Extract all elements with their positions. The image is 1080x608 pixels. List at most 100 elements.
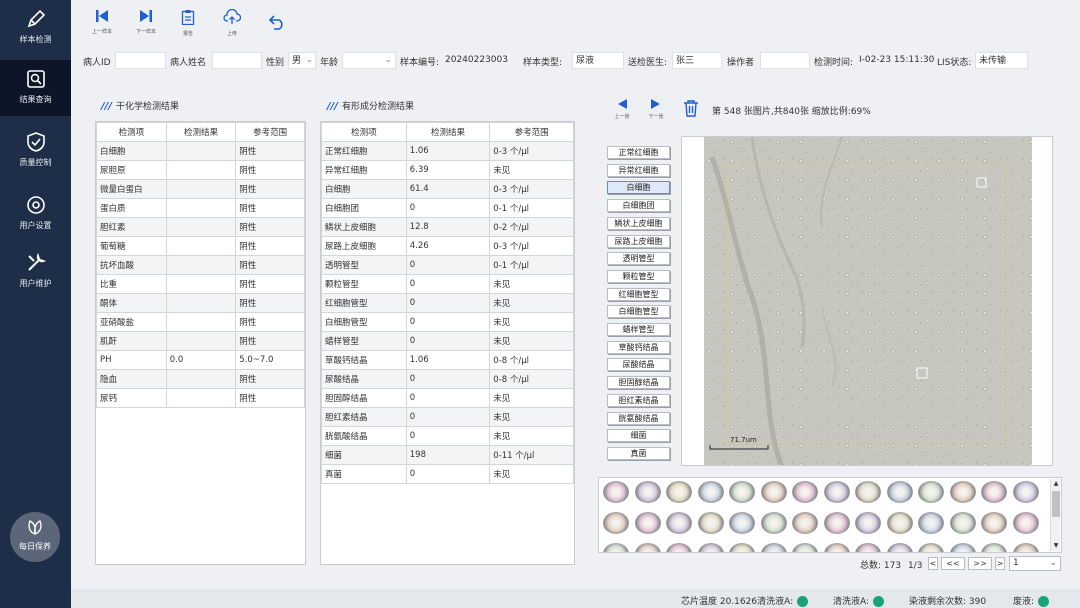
- next-page-button[interactable]: >>: [968, 557, 992, 570]
- cell-thumbnail[interactable]: [603, 512, 629, 534]
- report-button[interactable]: 报告: [171, 9, 205, 37]
- formed-row[interactable]: 红细胞管型 0 未见: [321, 293, 574, 313]
- test-time-field[interactable]: I-02-23 15:11:30: [856, 52, 934, 69]
- operator-field[interactable]: [760, 52, 810, 69]
- next-image-button[interactable]: 下一张: [645, 98, 667, 120]
- cell-thumbnail[interactable]: [666, 512, 692, 534]
- dry-chem-row[interactable]: 葡萄糖 阴性: [96, 236, 305, 256]
- thumbnail-scrollbar[interactable]: ▲ ▼: [1050, 479, 1060, 551]
- first-page-button[interactable]: <: [928, 557, 938, 570]
- nav-sample-detect[interactable]: 样本检测: [0, 0, 71, 56]
- dry-chem-row[interactable]: 肌酐 阴性: [96, 331, 305, 351]
- dry-chem-row[interactable]: 酮体 阴性: [96, 293, 305, 313]
- category-button[interactable]: 正常红细胞: [607, 146, 670, 159]
- daily-maintenance-button[interactable]: 每日保养: [10, 512, 60, 562]
- cell-thumbnail[interactable]: [823, 481, 850, 503]
- formed-row[interactable]: 白细胞团 0 0-1 个/μl: [321, 198, 574, 218]
- sample-no-field[interactable]: 20240223003: [442, 52, 518, 69]
- nav-quality-control[interactable]: 质量控制: [0, 123, 71, 179]
- cell-thumbnail[interactable]: [603, 543, 629, 552]
- dry-chem-row[interactable]: 隐血 阴性: [96, 369, 305, 389]
- formed-row[interactable]: 尿酸结晶 0 0-8 个/μl: [321, 369, 574, 389]
- delete-image-button[interactable]: [683, 99, 699, 120]
- category-button[interactable]: 胆红素结晶: [607, 393, 670, 407]
- formed-row[interactable]: 异常红细胞 6.39 未见: [321, 160, 574, 180]
- category-button[interactable]: 胱氨酸结晶: [607, 411, 670, 425]
- formed-row[interactable]: 胱氨酸结晶 0 未见: [321, 426, 574, 446]
- formed-row[interactable]: 胆固醇结晶 0 未见: [321, 388, 574, 408]
- cell-thumbnail[interactable]: [792, 512, 818, 534]
- dry-chem-row[interactable]: 尿钙 阴性: [96, 388, 305, 408]
- cell-thumbnail[interactable]: [949, 512, 976, 534]
- scroll-up-icon[interactable]: ▲: [1051, 479, 1061, 489]
- cell-thumbnail[interactable]: [981, 481, 1007, 503]
- cell-thumbnail[interactable]: [918, 512, 944, 534]
- gender-select[interactable]: 男 ⌄: [288, 52, 316, 69]
- sample-type-field[interactable]: 尿液: [572, 52, 624, 69]
- cell-thumbnail[interactable]: [760, 543, 787, 552]
- cell-thumbnail[interactable]: [855, 543, 881, 552]
- cell-thumbnail[interactable]: [823, 543, 850, 552]
- dry-chem-row[interactable]: PH 0.0 5.0~7.0: [96, 350, 305, 370]
- cell-thumbnail[interactable]: [634, 543, 661, 552]
- nav-user-settings[interactable]: 用户设置: [0, 186, 71, 242]
- formed-row[interactable]: 尿路上皮细胞 4.26 0-3 个/μl: [321, 236, 574, 256]
- upload-button[interactable]: 上传: [215, 8, 249, 37]
- category-button[interactable]: 尿酸结晶: [607, 358, 670, 372]
- cell-thumbnail[interactable]: [792, 543, 818, 552]
- cell-thumbnail[interactable]: [1012, 481, 1039, 503]
- cell-thumbnail[interactable]: [823, 512, 850, 534]
- prev-image-button[interactable]: 上一张: [611, 98, 633, 120]
- dry-chem-row[interactable]: 比重 阴性: [96, 274, 305, 294]
- formed-row[interactable]: 透明管型 0 0-1 个/μl: [321, 255, 574, 275]
- formed-row[interactable]: 白细胞 61.4 0-3 个/μl: [321, 179, 574, 199]
- scrollbar-thumb[interactable]: [1052, 491, 1060, 517]
- formed-row[interactable]: 蜡样管型 0 未见: [321, 331, 574, 351]
- category-button[interactable]: 鳞状上皮细胞: [607, 216, 670, 230]
- cell-thumbnail[interactable]: [603, 481, 629, 503]
- category-button[interactable]: 颗粒管型: [607, 269, 670, 283]
- cell-thumbnail[interactable]: [886, 512, 913, 534]
- cell-thumbnail[interactable]: [666, 543, 692, 552]
- cell-thumbnail[interactable]: [981, 512, 1007, 534]
- formed-row[interactable]: 细菌 198 0-11 个/μl: [321, 445, 574, 465]
- cell-thumbnail[interactable]: [949, 481, 976, 503]
- cell-thumbnail[interactable]: [981, 543, 1007, 552]
- prev-sample-button[interactable]: 上一样本: [85, 9, 119, 35]
- cell-thumbnail[interactable]: [918, 543, 944, 552]
- formed-row[interactable]: 真菌 0 未见: [321, 464, 574, 484]
- cell-thumbnail[interactable]: [634, 481, 661, 503]
- cell-thumbnail[interactable]: [886, 481, 913, 503]
- dry-chem-row[interactable]: 亚硝酸盐 阴性: [96, 312, 305, 332]
- formed-row[interactable]: 正常红细胞 1.06 0-3 个/μl: [321, 141, 574, 161]
- last-page-button[interactable]: >: [995, 557, 1005, 570]
- cell-thumbnail[interactable]: [886, 543, 913, 552]
- cell-thumbnail[interactable]: [729, 512, 755, 534]
- category-button[interactable]: 异常红细胞: [607, 163, 670, 177]
- scroll-down-icon[interactable]: ▼: [1051, 541, 1061, 551]
- dry-chem-row[interactable]: 白细胞 阴性: [96, 141, 305, 161]
- cell-thumbnail[interactable]: [792, 481, 818, 503]
- cell-thumbnail[interactable]: [697, 481, 724, 503]
- category-button[interactable]: 真菌: [607, 446, 670, 460]
- category-button[interactable]: 细菌: [607, 429, 670, 443]
- cell-thumbnail[interactable]: [697, 543, 724, 552]
- page-select[interactable]: 1 ⌄: [1009, 556, 1061, 571]
- nav-result-query[interactable]: 结果查询: [0, 60, 71, 116]
- formed-row[interactable]: 白细胞管型 0 未见: [321, 312, 574, 332]
- category-button[interactable]: 红细胞管型: [607, 287, 670, 301]
- cell-thumbnail[interactable]: [855, 481, 881, 503]
- age-select[interactable]: ⌄: [342, 52, 396, 69]
- formed-row[interactable]: 鳞状上皮细胞 12.8 0-2 个/μl: [321, 217, 574, 237]
- cell-thumbnail[interactable]: [666, 481, 692, 503]
- dry-chem-row[interactable]: 胆红素 阴性: [96, 217, 305, 237]
- category-button[interactable]: 透明管型: [607, 252, 670, 266]
- category-button[interactable]: 白细胞团: [607, 199, 670, 213]
- cell-thumbnail[interactable]: [918, 481, 944, 503]
- formed-row[interactable]: 草酸钙结晶 1.06 0-8 个/μl: [321, 350, 574, 370]
- category-button[interactable]: 蜡样管型: [607, 323, 670, 336]
- category-button[interactable]: 草酸钙结晶: [607, 340, 670, 354]
- dry-chem-row[interactable]: 蛋白质 阴性: [96, 198, 305, 218]
- cell-thumbnail[interactable]: [760, 481, 787, 503]
- dry-chem-row[interactable]: 抗坏血酸 阴性: [96, 255, 305, 275]
